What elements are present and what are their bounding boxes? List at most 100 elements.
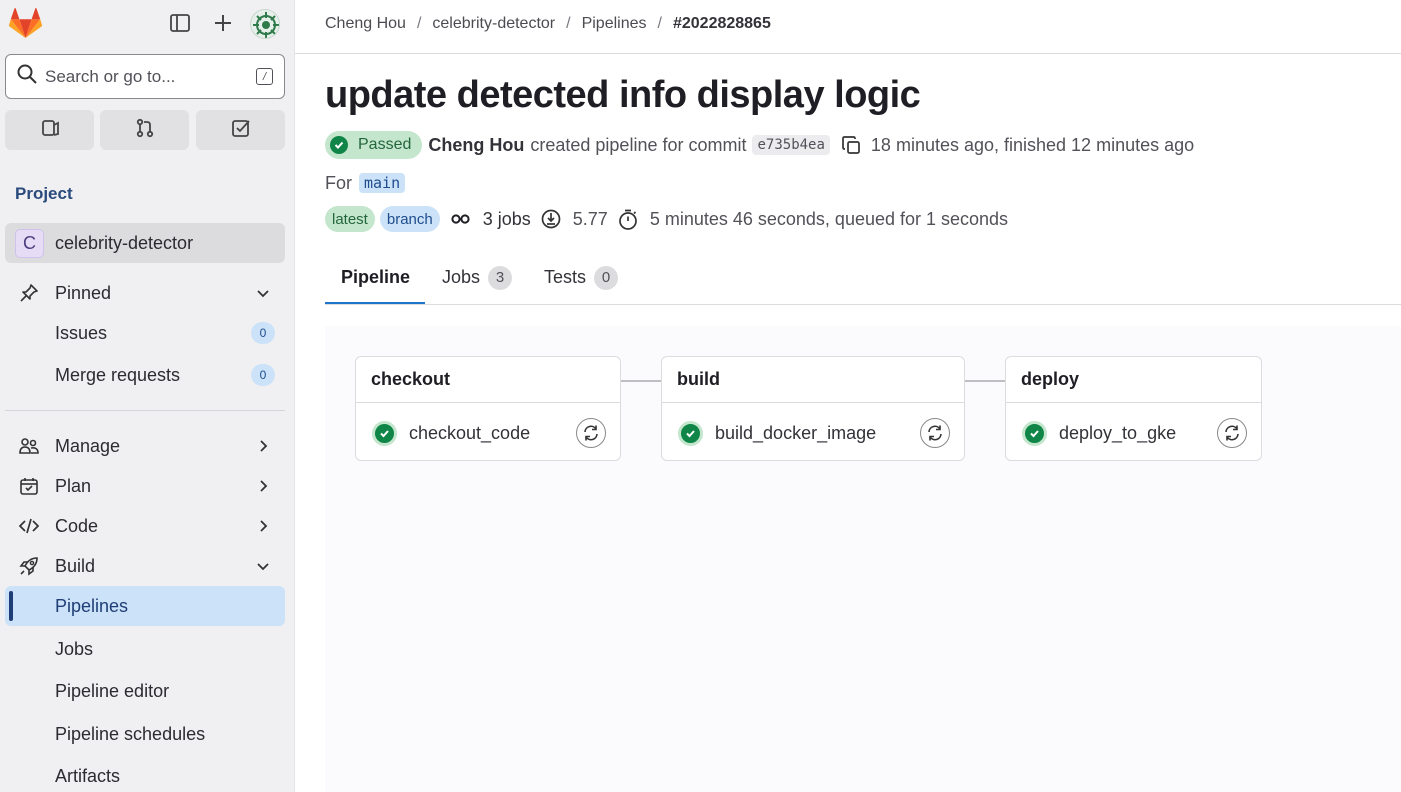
compute-minutes: 5.77: [541, 209, 608, 230]
tab-tests-count: 0: [594, 265, 619, 290]
sidebar-item-plan[interactable]: Plan: [5, 466, 285, 506]
sidebar-item-artifacts[interactable]: Artifacts: [5, 756, 285, 792]
issues-shortcut-button[interactable]: [5, 110, 94, 150]
calendar-icon: [19, 476, 39, 496]
latest-badge: latest: [325, 206, 375, 232]
author-link[interactable]: Cheng Hou: [428, 135, 524, 156]
tab-jobs[interactable]: Jobs 3: [442, 250, 513, 305]
job-checkout-code[interactable]: checkout_code: [372, 418, 606, 448]
action-text: created pipeline for commit: [530, 134, 747, 155]
sidebar-item-jobs[interactable]: Jobs: [5, 629, 285, 669]
pipeline-graph: checkout checkout_code build build_docke…: [325, 326, 1401, 792]
sidebar-item-issues[interactable]: Issues 0: [5, 313, 285, 353]
retry-job-button[interactable]: [1217, 418, 1247, 448]
sidebar-item-pipeline-schedules[interactable]: Pipeline schedules: [5, 714, 285, 754]
issues-count-badge: 0: [251, 322, 275, 344]
retry-job-button[interactable]: [920, 418, 950, 448]
search-input[interactable]: Search or go to... /: [5, 54, 285, 99]
chevron-right-icon: [253, 436, 273, 456]
status-badge[interactable]: Passed: [325, 131, 423, 159]
branch-ref-link[interactable]: main: [359, 173, 406, 193]
code-icon: [19, 516, 39, 536]
sidebar-toggle-icon[interactable]: [168, 11, 192, 35]
stage-name: build: [677, 369, 720, 389]
stage-name: checkout: [371, 369, 451, 389]
project-link[interactable]: C celebrity-detector: [5, 223, 285, 263]
pipeline-info-row: latest branch 3 jobs 5.77 5 minutes 46 s…: [325, 206, 1008, 232]
breadcrumb-current[interactable]: #2022828865: [673, 15, 771, 33]
job-name: build_docker_image: [715, 422, 877, 443]
issues-icon: [40, 118, 60, 143]
job-build-docker-image[interactable]: build_docker_image: [678, 418, 950, 448]
chevron-right-icon: [253, 476, 273, 496]
chevron-down-icon: [253, 283, 273, 303]
chevron-right-icon: [253, 516, 273, 536]
search-placeholder: Search or go to...: [45, 66, 176, 86]
chevron-down-icon: [253, 556, 273, 576]
pipeline-ref-row: For main: [325, 171, 406, 195]
sidebar-item-merge-requests[interactable]: Merge requests 0: [5, 355, 285, 395]
plus-icon[interactable]: [211, 11, 235, 35]
pipeline-timing: 18 minutes ago, finished 12 minutes ago: [870, 134, 1195, 155]
sidebar-divider: [5, 410, 285, 411]
check-circle-icon: [330, 136, 348, 154]
pipeline-tabs: Pipeline Jobs 3 Tests 0: [325, 250, 1401, 305]
active-indicator: [9, 591, 13, 621]
project-name: celebrity-detector: [55, 232, 194, 253]
gitlab-logo-icon[interactable]: [8, 8, 43, 40]
copy-icon[interactable]: [842, 135, 861, 155]
retry-icon: [1223, 424, 1241, 442]
job-success-icon: [678, 420, 703, 446]
sidebar-item-pipeline-editor[interactable]: Pipeline editor: [5, 671, 285, 711]
search-shortcut-key: /: [256, 68, 273, 85]
merge-request-icon: [135, 118, 155, 143]
merge-requests-shortcut-button[interactable]: [100, 110, 189, 150]
tab-tests[interactable]: Tests 0: [544, 250, 619, 305]
stage-checkout: checkout checkout_code: [355, 356, 621, 461]
header-divider: [295, 53, 1401, 54]
compute-icon: [541, 209, 567, 229]
stage-name: deploy: [1021, 369, 1080, 389]
sidebar-item-build[interactable]: Build: [5, 546, 285, 586]
pipeline-icon: [451, 212, 477, 226]
retry-icon: [926, 424, 944, 442]
breadcrumb-pipelines[interactable]: Pipelines: [582, 15, 647, 33]
commit-sha-link[interactable]: e735b4ea: [752, 135, 830, 155]
merge-requests-count-badge: 0: [251, 364, 275, 386]
sidebar: Search or go to... / Project C celebrity…: [0, 0, 295, 792]
section-title-project: Project: [15, 184, 73, 203]
stage-connector: [621, 380, 662, 382]
retry-job-button[interactable]: [576, 418, 606, 448]
main-content: Cheng Hou / celebrity-detector / Pipelin…: [295, 0, 1401, 792]
stage-connector: [965, 380, 1006, 382]
job-deploy-to-gke[interactable]: deploy_to_gke: [1022, 418, 1247, 448]
breadcrumb-user[interactable]: Cheng Hou: [325, 15, 406, 33]
users-icon: [19, 436, 39, 456]
user-avatar[interactable]: [250, 9, 280, 39]
tab-jobs-count: 3: [488, 265, 513, 290]
branch-badge: branch: [379, 206, 440, 232]
pipeline-summary: Passed Cheng Hou created pipeline for co…: [325, 131, 1194, 159]
breadcrumb: Cheng Hou / celebrity-detector / Pipelin…: [325, 15, 771, 33]
pin-icon: [19, 283, 39, 303]
project-avatar: C: [15, 228, 44, 258]
active-tab-underline: [325, 302, 425, 304]
job-name: checkout_code: [409, 422, 531, 443]
rocket-icon: [19, 556, 39, 576]
todo-icon: [231, 118, 251, 143]
sidebar-item-code[interactable]: Code: [5, 506, 285, 546]
sidebar-item-pipelines[interactable]: Pipelines: [5, 586, 285, 626]
breadcrumb-project[interactable]: celebrity-detector: [432, 15, 555, 33]
sidebar-item-manage[interactable]: Manage: [5, 426, 285, 466]
stage-deploy: deploy deploy_to_gke: [1005, 356, 1262, 461]
stage-build: build build_docker_image: [661, 356, 965, 461]
job-success-icon: [372, 420, 397, 446]
timer-icon: [618, 209, 644, 230]
job-success-icon: [1022, 420, 1047, 446]
job-name: deploy_to_gke: [1059, 422, 1177, 443]
jobs-count: 3 jobs: [451, 209, 531, 230]
sidebar-item-pinned[interactable]: Pinned: [5, 273, 285, 313]
retry-icon: [582, 424, 600, 442]
tab-pipeline[interactable]: Pipeline: [341, 250, 410, 305]
todos-shortcut-button[interactable]: [196, 110, 285, 150]
